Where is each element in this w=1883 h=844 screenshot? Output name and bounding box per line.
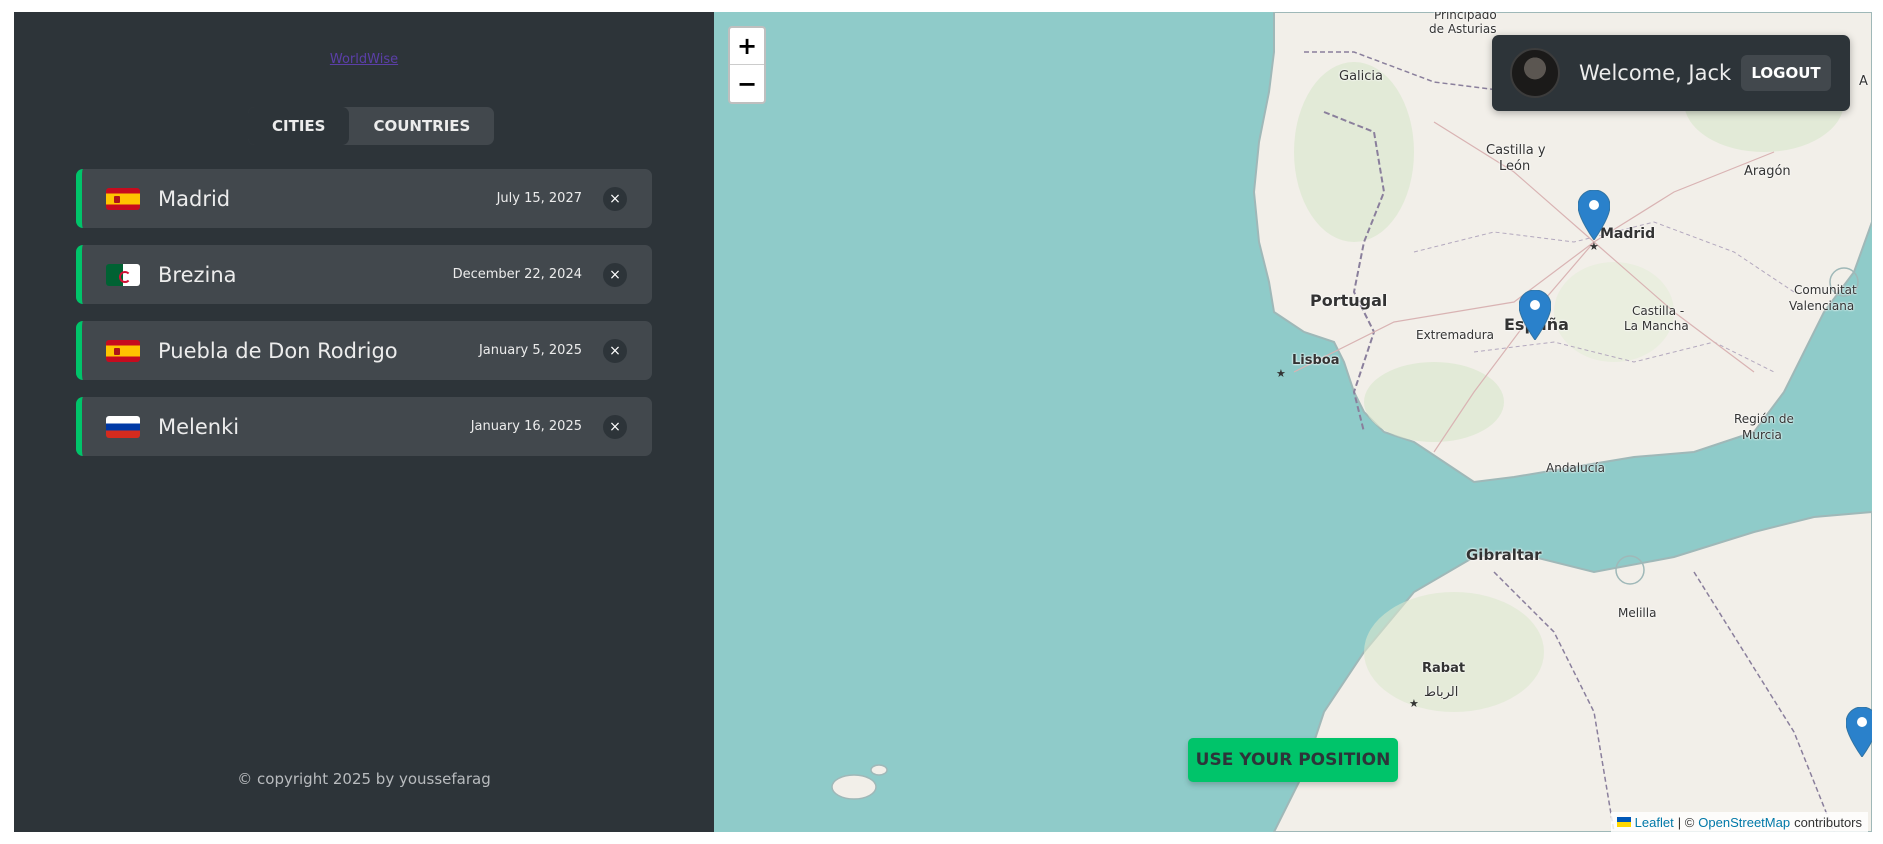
city-item[interactable]: Brezina December 22, 2024 × xyxy=(76,245,652,304)
russia-flag-icon xyxy=(106,416,140,438)
map[interactable]: ★ ★ ★ Principado de Asturias Galicia Cas… xyxy=(714,12,1872,832)
map-label: Extremadura xyxy=(1416,328,1494,342)
map-label: Portugal xyxy=(1310,291,1388,310)
map-marker-icon[interactable] xyxy=(1846,707,1872,757)
delete-city-button[interactable]: × xyxy=(603,339,627,363)
welcome-text: Welcome, Jack xyxy=(1579,61,1732,85)
avatar xyxy=(1510,48,1560,98)
map-label: Lisboa xyxy=(1292,353,1340,368)
tab-countries[interactable]: COUNTRIES xyxy=(349,107,494,145)
city-date: December 22, 2024 xyxy=(452,267,582,282)
delete-city-button[interactable]: × xyxy=(603,415,627,439)
app: WorldWise CITIES COUNTRIES Madrid July 1… xyxy=(14,12,1872,832)
use-position-button[interactable]: USE YOUR POSITION xyxy=(1188,738,1398,782)
delete-city-button[interactable]: × xyxy=(603,263,627,287)
tab-switcher: CITIES COUNTRIES xyxy=(248,107,495,145)
city-item[interactable]: Madrid July 15, 2027 × xyxy=(76,169,652,228)
map-label: Galicia xyxy=(1339,69,1383,84)
algeria-flag-icon xyxy=(106,264,140,286)
sidebar: WorldWise CITIES COUNTRIES Madrid July 1… xyxy=(14,12,714,832)
map-label: Comunitat xyxy=(1794,283,1857,297)
city-date: July 15, 2027 xyxy=(496,191,582,206)
map-label: Valenciana xyxy=(1789,299,1855,313)
city-date: January 5, 2025 xyxy=(478,343,582,358)
map-label: Castilla - xyxy=(1632,304,1685,318)
copyright: © copyright 2025 by youssefarag xyxy=(237,770,491,788)
svg-text:★: ★ xyxy=(1276,367,1286,380)
map-label: Región de xyxy=(1734,412,1794,426)
map-tiles[interactable]: ★ ★ ★ xyxy=(714,12,1872,832)
leaflet-link[interactable]: Leaflet xyxy=(1635,815,1674,830)
zoom-out-button[interactable]: − xyxy=(730,65,764,102)
map-label: Gibraltar xyxy=(1466,546,1542,564)
map-marker-icon[interactable] xyxy=(1578,190,1610,240)
map-marker-icon[interactable] xyxy=(1519,290,1551,340)
svg-text:★: ★ xyxy=(1589,240,1599,253)
city-list: Madrid July 15, 2027 × Brezina December … xyxy=(76,169,652,473)
map-label: Murcia xyxy=(1742,428,1782,442)
map-label: de Asturias xyxy=(1429,22,1497,36)
osm-link[interactable]: OpenStreetMap xyxy=(1698,815,1790,830)
map-label: Melilla xyxy=(1618,606,1657,620)
map-label: A xyxy=(1859,74,1868,89)
city-name: Melenki xyxy=(158,414,240,439)
map-label: La Mancha xyxy=(1624,319,1689,333)
city-item[interactable]: Melenki January 16, 2025 × xyxy=(76,397,652,456)
svg-text:★: ★ xyxy=(1409,697,1419,710)
map-label: Andalucía xyxy=(1546,461,1606,475)
map-label: Aragón xyxy=(1744,164,1791,179)
attribution-suffix: contributors xyxy=(1794,814,1862,830)
city-date: January 16, 2025 xyxy=(470,419,582,434)
tab-cities[interactable]: CITIES xyxy=(248,107,350,145)
spain-flag-icon xyxy=(106,340,140,362)
ukraine-flag-icon xyxy=(1616,817,1631,827)
attribution-separator: | © xyxy=(1677,814,1695,830)
logo[interactable]: WorldWise xyxy=(14,48,714,67)
map-label: الرباط xyxy=(1424,685,1459,700)
city-name: Puebla de Don Rodrigo xyxy=(158,338,398,363)
city-name: Brezina xyxy=(158,262,237,287)
zoom-in-button[interactable]: + xyxy=(730,28,764,65)
zoom-control: + − xyxy=(728,26,766,104)
city-name: Madrid xyxy=(158,186,231,211)
map-attribution: Leaflet | © OpenStreetMap contributors xyxy=(1610,812,1868,832)
user-panel: Welcome, Jack LOGOUT xyxy=(1492,35,1850,111)
spain-flag-icon xyxy=(106,188,140,210)
map-label: León xyxy=(1499,159,1531,174)
map-label: Rabat xyxy=(1422,661,1466,676)
logout-button[interactable]: LOGOUT xyxy=(1741,55,1831,91)
map-label: Castilla y xyxy=(1486,143,1546,158)
map-label: Principado xyxy=(1434,12,1497,22)
city-item[interactable]: Puebla de Don Rodrigo January 5, 2025 × xyxy=(76,321,652,380)
logo-link[interactable]: WorldWise xyxy=(330,52,398,67)
delete-city-button[interactable]: × xyxy=(603,187,627,211)
